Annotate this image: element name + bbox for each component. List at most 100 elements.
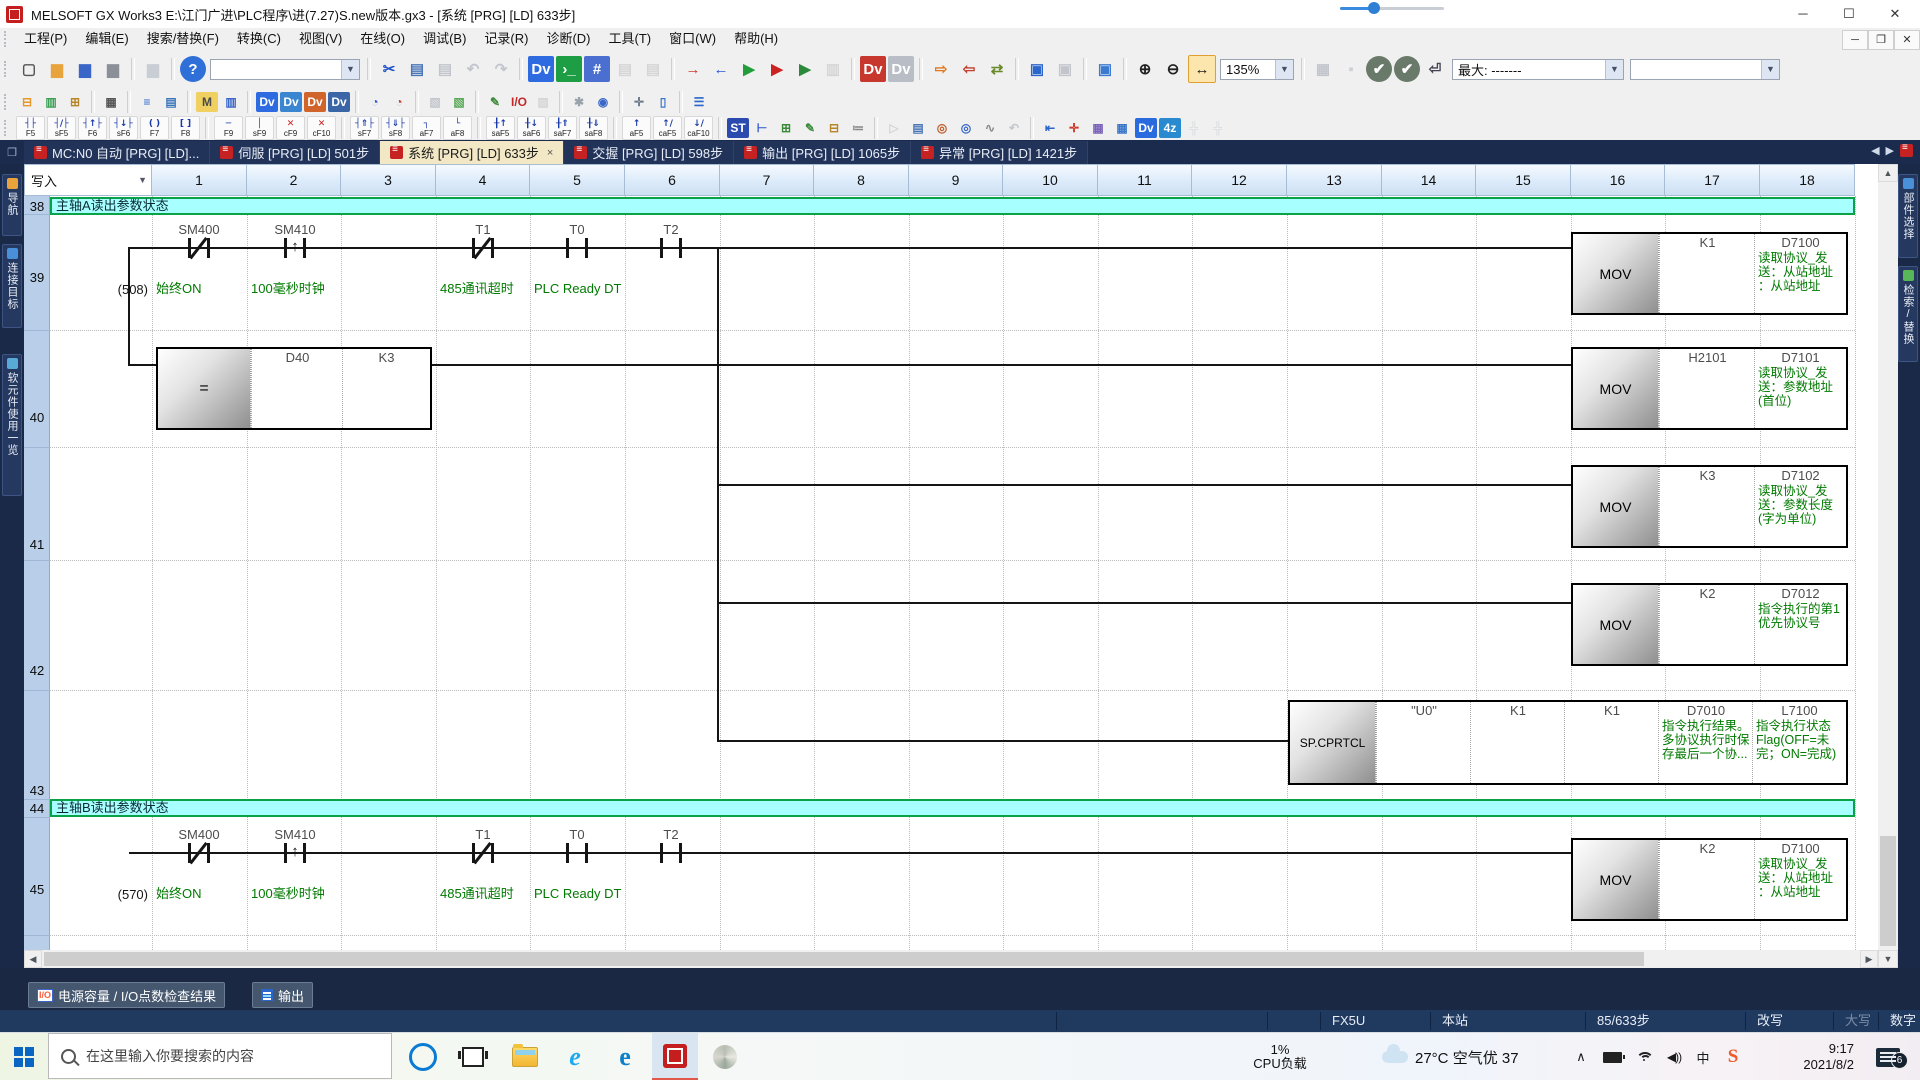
find-result-icon[interactable]: ▶	[792, 56, 818, 82]
right-dock-tab-2[interactable]: 检索/替换	[1898, 266, 1918, 362]
check-program-icon[interactable]: ✔	[1366, 56, 1392, 82]
memory-card-icon[interactable]: ▧	[424, 92, 446, 112]
device-comment-icon[interactable]: Dv	[256, 92, 278, 112]
align-left-icon[interactable]: ⇤	[1039, 118, 1061, 138]
menu-item-c[interactable]: 转换(C)	[228, 28, 290, 50]
statement-icon[interactable]: ≔	[847, 118, 869, 138]
menu-item-v[interactable]: 视图(V)	[290, 28, 351, 50]
left-dock-tab-2[interactable]: 连接目标	[2, 244, 22, 328]
ladder-symbol-f8-button[interactable]: [ ]F8	[171, 116, 200, 140]
chevron-down-icon[interactable]: ▼	[341, 60, 359, 79]
open-folder-icon[interactable]: ▆	[44, 56, 70, 82]
dev-42-icon[interactable]: 4z	[1159, 118, 1181, 138]
note-list-icon[interactable]: ▤	[160, 92, 182, 112]
ladder-symbol-sf5-button[interactable]: ┤/├sF5	[47, 116, 76, 140]
scroll-down-icon[interactable]: ▼	[1878, 950, 1898, 968]
mdi-restore-button[interactable]: ❐	[1868, 30, 1894, 50]
tab-scroll-left-icon[interactable]: ◀	[1871, 144, 1879, 157]
wifi-indicator[interactable]	[1630, 1033, 1658, 1080]
device-find-icon[interactable]: Dv	[528, 56, 554, 82]
mov-instruction-block[interactable]: MOV H2101 D7101读取协议_发送：参数地址(首位)	[1571, 347, 1848, 430]
menu-item-d[interactable]: 诊断(D)	[537, 28, 599, 50]
ladder-symbol-sf7-button[interactable]: ┤⇑├sF7	[350, 116, 379, 140]
rung-comment-38[interactable]: 主轴A读出参数状态	[50, 197, 1855, 215]
mov-instruction-block[interactable]: MOV K2 D7012指令执行的第1优先协议号	[1571, 583, 1848, 666]
contact-no-symbol[interactable]	[566, 238, 588, 258]
internet-explorer-button[interactable]: e	[552, 1033, 598, 1080]
inline-st-icon[interactable]: ⊞	[775, 118, 797, 138]
monitor-start-icon[interactable]: ▣	[1024, 56, 1050, 82]
contact-nc-symbol[interactable]	[472, 238, 494, 258]
watch-timer-icon[interactable]: ◔	[364, 92, 386, 112]
find-device2-icon[interactable]: ◎	[955, 118, 977, 138]
edit-note-icon[interactable]: ✎	[484, 92, 506, 112]
disabled-icon[interactable]: ▥	[820, 56, 846, 82]
copy-icon[interactable]: ▤	[404, 56, 430, 82]
ladder-symbol-af8-button[interactable]: └aF8	[443, 116, 472, 140]
pause-monitor-icon[interactable]: ▯	[652, 92, 674, 112]
device-tree-icon[interactable]: Dv	[328, 92, 350, 112]
ladder-symbol-f6-button[interactable]: ┤↑├F6	[78, 116, 107, 140]
mdi-close-button[interactable]: ✕	[1894, 30, 1920, 50]
horizontal-scroll-thumb[interactable]	[44, 952, 1644, 966]
document-tab-3[interactable]: 交握 [PRG] [LD] 598步	[564, 141, 734, 164]
disabled-icon[interactable]: ▤	[640, 56, 666, 82]
find-stop-icon[interactable]: ▶	[764, 56, 790, 82]
ladder-symbol-sf6-button[interactable]: ┤↓├sF6	[109, 116, 138, 140]
ladder-symbol-caf5-button[interactable]: ↑/caF5	[653, 116, 682, 140]
dock-tab-output[interactable]: 输出	[252, 982, 313, 1008]
find-window-icon[interactable]: ▥	[220, 92, 242, 112]
dev-display-icon[interactable]: Dv	[860, 56, 886, 82]
block-edit-icon[interactable]: ▦	[1111, 118, 1133, 138]
battery-indicator[interactable]	[1598, 1033, 1626, 1080]
contact-pulse-symbol[interactable]: ↑	[284, 238, 306, 258]
block-select-icon[interactable]: ▦	[1087, 118, 1109, 138]
paste-icon[interactable]: ▤	[432, 56, 458, 82]
scroll-right-icon[interactable]: ▶	[1860, 950, 1878, 968]
menu-item-r[interactable]: 记录(R)	[475, 28, 537, 50]
cross-reference-icon[interactable]: #	[584, 56, 610, 82]
menu-item-w[interactable]: 窗口(W)	[660, 28, 725, 50]
cortana-button[interactable]	[400, 1033, 446, 1080]
program-window-icon[interactable]: ▥	[40, 92, 62, 112]
document-tab-0[interactable]: MC:N0 自动 [PRG] [LD]...	[24, 141, 210, 164]
device-monitor-icon[interactable]: ›_	[556, 56, 582, 82]
ladder-symbol-cf10-button[interactable]: ✕cF10	[307, 116, 336, 140]
io-check-icon[interactable]: I/O	[508, 92, 530, 112]
wave-icon[interactable]: ∿	[979, 118, 1001, 138]
weather-widget[interactable]	[1378, 1033, 1412, 1080]
project-tree-icon[interactable]: ⊟	[16, 92, 38, 112]
dock-tab-power-io-check[interactable]: I/O 电源容量 / I/O点数检查结果	[28, 982, 225, 1008]
max-combobox[interactable]: 最大: -------▼	[1452, 59, 1624, 80]
document-tab-2[interactable]: 系统 [PRG] [LD] 633步×	[380, 141, 564, 164]
branch-line-icon[interactable]: ⊢	[751, 118, 773, 138]
comment-edit-icon[interactable]: ⊟	[823, 118, 845, 138]
list-edit-icon[interactable]: ☰	[688, 92, 710, 112]
watch-combobox[interactable]: ▼	[1630, 59, 1780, 80]
chevron-down-icon[interactable]: ▼	[1605, 60, 1623, 79]
chevron-down-icon[interactable]: ▼	[1275, 60, 1293, 79]
edit-mode-selector[interactable]: 写入▼	[24, 164, 152, 196]
edit-mode-icon[interactable]: ✎	[799, 118, 821, 138]
file-explorer-button[interactable]	[502, 1033, 548, 1080]
dev-display-off-icon[interactable]: Dv	[888, 56, 914, 82]
ime-indicator[interactable]: 中	[1690, 1033, 1716, 1080]
tab-list-icon[interactable]	[1900, 144, 1913, 157]
ladder-symbol-saf5-button[interactable]: ╂↑saF5	[486, 116, 515, 140]
scroll-left-icon[interactable]: ◀	[24, 950, 42, 968]
jump-next-icon[interactable]: →	[680, 56, 706, 82]
st-editor-icon[interactable]: ST	[727, 118, 749, 138]
watch-monitor-icon[interactable]: ◔	[388, 92, 410, 112]
rung-comment-44[interactable]: 主轴B读出参数状态	[50, 799, 1855, 817]
ladder-symbol-f9-button[interactable]: ─F9	[214, 116, 243, 140]
plc-read-icon[interactable]: ⇦	[956, 56, 982, 82]
menu-item-p[interactable]: 工程(P)	[15, 28, 76, 50]
document-tab-1[interactable]: 伺服 [PRG] [LD] 501步	[210, 141, 380, 164]
label-list-icon[interactable]: ⊞	[64, 92, 86, 112]
vertical-scrollbar[interactable]: ▲ ▼	[1878, 164, 1898, 968]
menu-item-o[interactable]: 在线(O)	[351, 28, 414, 50]
ladder-symbol-saf8-button[interactable]: ╂⇓saF8	[579, 116, 608, 140]
vertical-scroll-thumb[interactable]	[1880, 836, 1896, 946]
sp-cprtcl-instruction-block[interactable]: SP.CPRTCL "U0" K1 K1 D7010指令执行结果。多协议执行时保…	[1288, 700, 1848, 785]
device-replace-icon[interactable]: Dv	[304, 92, 326, 112]
